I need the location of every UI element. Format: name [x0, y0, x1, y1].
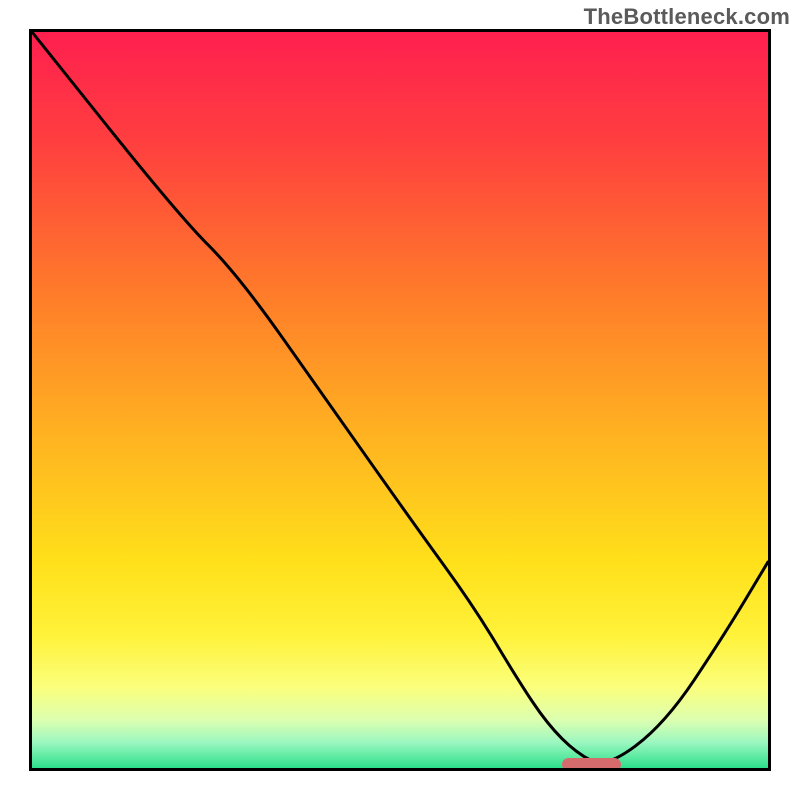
- bottleneck-curve: [32, 32, 768, 768]
- chart-frame: [29, 29, 771, 771]
- watermark-text: TheBottleneck.com: [584, 4, 790, 30]
- optimal-marker: [562, 758, 621, 771]
